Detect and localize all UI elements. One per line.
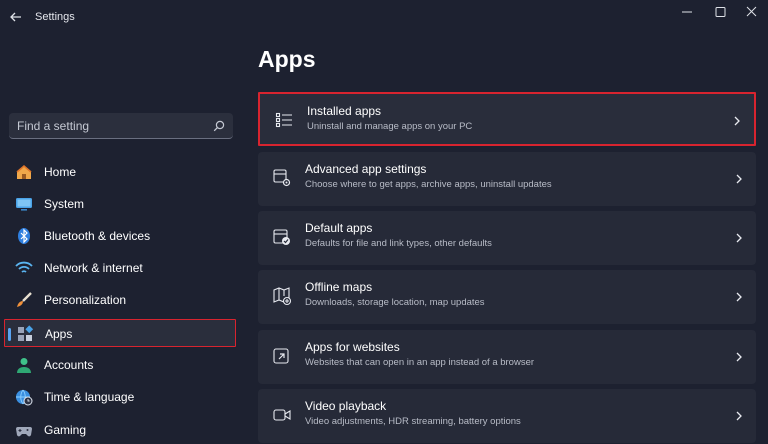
card-title: Installed apps <box>307 104 382 118</box>
search-input[interactable]: Find a setting <box>9 113 233 139</box>
brush-icon <box>17 292 32 307</box>
bluetooth-icon <box>18 228 30 244</box>
chevron-right-icon <box>736 411 742 421</box>
search-placeholder: Find a setting <box>17 119 90 133</box>
sidebar-item-label: System <box>44 197 85 211</box>
sidebar-item-label: Apps <box>45 327 73 341</box>
card-title: Advanced app settings <box>305 162 427 176</box>
card-subtitle: Choose where to get apps, archive apps, … <box>305 179 552 190</box>
sidebar-item-home[interactable]: Home <box>4 158 236 186</box>
card-advanced-app-settings[interactable]: Advanced app settings Choose where to ge… <box>258 152 756 206</box>
title-bar: Settings <box>0 0 768 36</box>
sidebar-item-system[interactable]: System <box>4 190 236 218</box>
home-icon <box>16 164 32 179</box>
card-apps-for-websites[interactable]: Apps for websites Websites that can open… <box>258 330 756 384</box>
maximize-icon[interactable] <box>707 3 733 21</box>
card-installed-apps[interactable]: Installed apps Uninstall and manage apps… <box>258 92 756 146</box>
sidebar-item-label: Bluetooth & devices <box>44 229 151 243</box>
person-icon <box>17 358 31 373</box>
website-app-icon <box>273 348 289 364</box>
sidebar-item-personalization[interactable]: Personalization <box>4 286 236 314</box>
arrow-left-icon[interactable] <box>6 7 26 27</box>
sidebar-item-label: Accounts <box>44 358 94 372</box>
card-subtitle: Websites that can open in an app instead… <box>305 357 535 368</box>
gamepad-icon <box>16 427 32 437</box>
apps-icon <box>18 325 34 341</box>
search-icon <box>213 120 225 132</box>
close-icon[interactable] <box>738 3 764 21</box>
wifi-icon <box>15 261 33 273</box>
minimize-icon[interactable] <box>674 3 700 21</box>
card-subtitle: Uninstall and manage apps on your PC <box>307 121 473 132</box>
sidebar-item-time-language[interactable]: Time & language <box>4 383 236 411</box>
app-title: Settings <box>35 11 75 23</box>
monitor-icon <box>16 198 32 211</box>
chevron-right-icon <box>736 292 742 302</box>
chevron-right-icon <box>736 352 742 362</box>
card-offline-maps[interactable]: Offline maps Downloads, storage location… <box>258 270 756 324</box>
app-gear-icon <box>273 169 291 187</box>
card-title: Default apps <box>305 221 373 235</box>
sidebar-item-accounts[interactable]: Accounts <box>4 351 236 379</box>
default-apps-icon <box>273 229 290 245</box>
sidebar-item-bluetooth[interactable]: Bluetooth & devices <box>4 222 236 250</box>
sidebar-item-network[interactable]: Network & internet <box>4 254 236 282</box>
card-subtitle: Video adjustments, HDR streaming, batter… <box>305 416 521 427</box>
card-title: Video playback <box>305 399 387 413</box>
card-default-apps[interactable]: Default apps Defaults for file and link … <box>258 211 756 265</box>
card-subtitle: Defaults for file and link types, other … <box>305 238 492 249</box>
sidebar-item-label: Time & language <box>44 390 135 404</box>
globe-clock-icon <box>16 389 33 406</box>
list-icon <box>275 112 292 128</box>
video-icon <box>273 409 291 421</box>
sidebar-item-apps[interactable]: Apps <box>4 319 236 347</box>
active-indicator <box>8 328 11 341</box>
sidebar-item-label: Home <box>44 165 77 179</box>
card-subtitle: Downloads, storage location, map updates <box>305 297 485 308</box>
sidebar-item-gaming[interactable]: Gaming <box>4 416 236 444</box>
sidebar-item-label: Network & internet <box>44 261 143 275</box>
chevron-right-icon <box>734 116 740 126</box>
card-title: Offline maps <box>305 280 373 294</box>
sidebar-item-label: Personalization <box>44 293 127 307</box>
card-video-playback[interactable]: Video playback Video adjustments, HDR st… <box>258 389 756 443</box>
sidebar-item-label: Gaming <box>44 423 87 437</box>
page-title: Apps <box>258 46 316 72</box>
chevron-right-icon <box>736 174 742 184</box>
chevron-right-icon <box>736 233 742 243</box>
map-icon <box>273 287 292 306</box>
card-title: Apps for websites <box>305 340 400 354</box>
